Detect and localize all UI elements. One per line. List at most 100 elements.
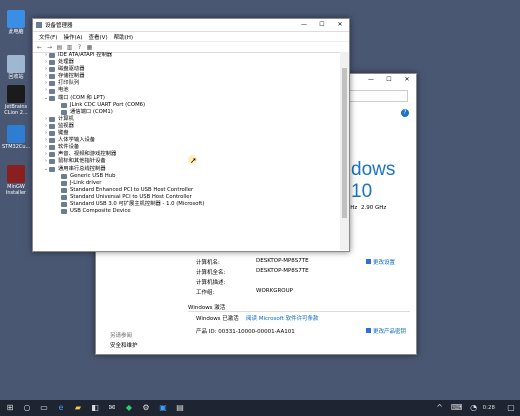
close-icon[interactable]: ✕ bbox=[398, 74, 416, 86]
app-icon bbox=[7, 10, 25, 28]
app-icon bbox=[7, 85, 25, 103]
device-icon bbox=[49, 123, 55, 129]
full-name-value: DESKTOP-MP8S7TE bbox=[256, 268, 309, 274]
tree-item-label: 鼠标和其他指针设备 bbox=[58, 158, 106, 165]
device-icon bbox=[49, 53, 55, 59]
change-settings-link[interactable]: 更改设置 bbox=[366, 258, 395, 266]
search-box[interactable] bbox=[346, 90, 408, 102]
menu-help[interactable]: 帮助(H) bbox=[114, 33, 133, 41]
tree-device[interactable]: Generic USB Hub bbox=[33, 173, 339, 180]
search-icon[interactable]: ○ bbox=[20, 402, 34, 414]
back-icon[interactable]: ← bbox=[36, 44, 43, 51]
desktop-icon-label: 回收站 bbox=[8, 74, 24, 80]
keyboard-icon[interactable]: ⌨ bbox=[450, 402, 464, 414]
full-name-label: 计算机全名: bbox=[196, 270, 226, 276]
tree-item-label: J-Link driver bbox=[70, 179, 102, 186]
tree-category[interactable]: › IDE ATA/ATAPI 控制器 bbox=[33, 52, 339, 59]
tree-category[interactable]: › 计算机 bbox=[33, 116, 339, 123]
product-id: 产品 ID: 00331-10000-00001-AA101 bbox=[196, 329, 295, 335]
license-link[interactable]: 阅读 Microsoft 软件许可条款 bbox=[246, 314, 319, 322]
desktop-icon[interactable]: JetBrains CLion 2... bbox=[2, 85, 30, 116]
stm32-icon[interactable]: ▣ bbox=[156, 402, 170, 414]
tree-category[interactable]: › 打印队列 bbox=[33, 80, 339, 87]
tree-item-label: Standard Enhanced PCI to USB Host Contro… bbox=[70, 186, 194, 193]
desktop-icon[interactable]: 回收站 bbox=[2, 55, 30, 80]
app-icon bbox=[7, 165, 25, 183]
device-manager-titlebar: 设备管理器 — ☐ ✕ bbox=[33, 19, 349, 32]
tree-category[interactable]: › 监视器 bbox=[33, 123, 339, 130]
device-icon bbox=[49, 60, 55, 66]
tree-device[interactable]: 通信端口 (COM1) bbox=[33, 109, 339, 116]
desktop-icon-label: STM32Cu... bbox=[2, 144, 31, 150]
change-key-link[interactable]: 更改产品密钥 bbox=[366, 327, 406, 335]
start-icon[interactable]: ⊞ bbox=[3, 402, 17, 414]
window-title: 设备管理器 bbox=[45, 23, 73, 29]
menu-bar: 文件(F) 操作(A) 查看(V) 帮助(H) bbox=[33, 32, 349, 42]
close-icon[interactable]: ✕ bbox=[331, 19, 349, 31]
device-icon bbox=[49, 152, 55, 158]
minimize-icon[interactable]: — bbox=[362, 74, 380, 86]
cpu-speed-2: 2.90 GHz bbox=[361, 205, 387, 211]
device-manager-task-icon[interactable]: ▤ bbox=[173, 402, 187, 414]
action-center-icon[interactable]: ▢ bbox=[504, 402, 518, 414]
desktop-icon[interactable]: 此电脑 bbox=[2, 10, 30, 35]
properties-icon[interactable]: ▥ bbox=[66, 44, 73, 51]
shield-icon bbox=[366, 259, 371, 264]
file-explorer-icon[interactable]: ▰ bbox=[71, 402, 85, 414]
activation-title: Windows 激活 bbox=[188, 305, 226, 311]
maximize-icon[interactable]: ☐ bbox=[313, 19, 331, 31]
tree-item-label: Standard Universal PCI to USB Host Contr… bbox=[70, 193, 192, 200]
settings-icon[interactable]: ⚙ bbox=[139, 402, 153, 414]
device-icon bbox=[49, 138, 55, 144]
tree-category[interactable]: › 鼠标和其他指针设备 bbox=[33, 158, 339, 165]
tree-item-label: USB Composite Device bbox=[70, 208, 131, 215]
tree-device[interactable]: Standard Universal PCI to USB Host Contr… bbox=[33, 194, 339, 201]
tree-category[interactable]: ⌄ 通用串行总线控制器 bbox=[33, 166, 339, 173]
network-icon[interactable]: ◔ bbox=[467, 402, 481, 414]
app-icon bbox=[7, 125, 25, 143]
windows-brand: dows 10 bbox=[351, 159, 396, 202]
menu-file[interactable]: 文件(F) bbox=[39, 33, 57, 41]
edge-icon[interactable]: e bbox=[54, 402, 68, 414]
tree-category[interactable]: ⌄ 端口 (COM 和 LPT) bbox=[33, 95, 339, 102]
menu-action[interactable]: 操作(A) bbox=[63, 33, 82, 41]
scan-icon[interactable]: ▦ bbox=[86, 44, 93, 51]
tree-item-label: Standard USB 3.0 可扩展主机控制器 - 1.0 (Microso… bbox=[70, 200, 205, 207]
device-icon bbox=[61, 202, 67, 208]
menu-view[interactable]: 查看(V) bbox=[89, 33, 108, 41]
store-icon[interactable]: ◧ bbox=[88, 402, 102, 414]
help-icon[interactable]: ? bbox=[76, 44, 83, 51]
device-icon bbox=[49, 166, 55, 172]
device-manager-window: 设备管理器 — ☐ ✕ 文件(F) 操作(A) 查看(V) 帮助(H) ← → … bbox=[32, 18, 350, 252]
device-icon bbox=[49, 88, 55, 94]
tree-item-label: 计算机 bbox=[58, 115, 74, 122]
clion-icon[interactable]: ◆ bbox=[122, 402, 136, 414]
desktop-icon[interactable]: MinGW Installer bbox=[2, 165, 30, 196]
tree-device[interactable]: USB Composite Device bbox=[33, 208, 339, 215]
forward-icon[interactable]: → bbox=[46, 44, 53, 51]
tree-category[interactable]: › 电池 bbox=[33, 87, 339, 94]
maximize-icon[interactable]: ☐ bbox=[380, 74, 398, 86]
shield-icon bbox=[366, 328, 371, 333]
device-icon bbox=[61, 180, 67, 186]
notification-icon[interactable]: ^ bbox=[433, 402, 447, 414]
tree-item-label: Generic USB Hub bbox=[70, 172, 116, 179]
tree-device[interactable]: JLink CDC UART Port (COM6) bbox=[33, 102, 339, 109]
scrollbar-thumb[interactable] bbox=[342, 68, 347, 218]
view-icon[interactable]: ▤ bbox=[56, 44, 63, 51]
help-icon[interactable]: ? bbox=[401, 109, 409, 117]
app-icon bbox=[7, 55, 25, 73]
tree-device[interactable]: Standard Enhanced PCI to USB Host Contro… bbox=[33, 187, 339, 194]
workgroup-value: WORKGROUP bbox=[256, 288, 293, 294]
task-view-icon[interactable]: ▭ bbox=[37, 402, 51, 414]
tree-device[interactable]: Standard USB 3.0 可扩展主机控制器 - 1.0 (Microso… bbox=[33, 201, 339, 208]
tree-device[interactable]: J-Link driver bbox=[33, 180, 339, 187]
minimize-icon[interactable]: — bbox=[295, 19, 313, 31]
security-maintenance-link[interactable]: 安全和维护 bbox=[110, 341, 138, 349]
desktop-icon[interactable]: STM32Cu... bbox=[2, 125, 30, 150]
device-icon bbox=[49, 74, 55, 80]
mail-icon[interactable]: ✉ bbox=[105, 402, 119, 414]
vertical-scrollbar[interactable] bbox=[340, 52, 349, 250]
clock[interactable]: 0:28 bbox=[483, 405, 495, 411]
device-icon bbox=[49, 159, 55, 165]
